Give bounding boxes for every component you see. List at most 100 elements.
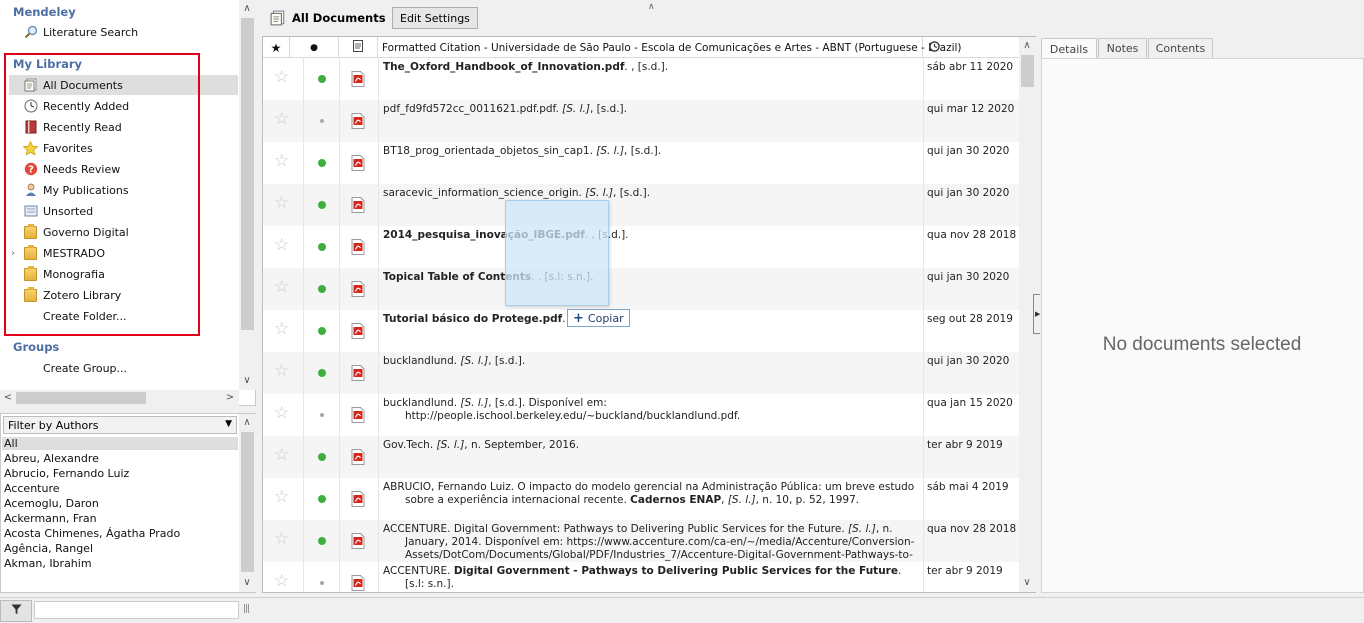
citation-cell[interactable]: bucklandlund. [S. l.], [s.d.]. Disponíve… (383, 397, 920, 436)
favorite-star-icon[interactable]: ☆ (274, 195, 289, 212)
favorite-star-icon[interactable]: ☆ (274, 237, 289, 254)
date-cell[interactable]: qui jan 30 2020 (927, 271, 1009, 283)
tab-notes[interactable]: Notes (1098, 38, 1147, 58)
filter-toggle-button[interactable] (0, 600, 32, 622)
pdf-icon[interactable] (351, 239, 365, 255)
tab-details[interactable]: Details (1041, 38, 1097, 59)
date-cell[interactable]: sáb abr 11 2020 (927, 61, 1013, 73)
file-column-header[interactable] (339, 37, 378, 58)
citation-cell[interactable]: Topical Table of Contents. . [s.l: s.n.]… (383, 271, 920, 310)
scroll-down-icon[interactable]: ∨ (240, 576, 254, 590)
pdf-icon[interactable] (351, 491, 365, 507)
citation-cell[interactable]: saracevic_information_science_origin. [S… (383, 187, 920, 226)
table-row[interactable]: ☆ bucklandlund. [S. l.], [s.d.]. qui jan 3… (263, 352, 1019, 394)
library-vertical-scrollbar[interactable]: ∧ ∨ (239, 0, 256, 390)
author-item[interactable]: Acemoglu, Daron (4, 497, 99, 510)
read-status-dot[interactable] (320, 119, 324, 123)
unread-status-dot[interactable] (318, 453, 326, 461)
favorite-star-icon[interactable]: ☆ (274, 531, 289, 548)
author-item[interactable]: Abreu, Alexandre (4, 452, 99, 465)
date-cell[interactable]: qua nov 28 2018 (927, 523, 1016, 535)
author-item[interactable]: Ackermann, Fran (4, 512, 97, 525)
filter-vertical-scrollbar[interactable]: ∧ ∨ (239, 414, 256, 592)
table-row[interactable]: ☆ ABRUCIO, Fernando Luiz. O impacto do mo… (263, 478, 1019, 520)
literature-search-item[interactable]: Literature Search (22, 22, 238, 42)
favorite-star-icon[interactable]: ☆ (274, 69, 289, 86)
citation-cell[interactable]: ACCENTURE. Digital Government - Pathways… (383, 565, 920, 592)
create-group-item[interactable]: Create Group... (22, 358, 238, 378)
pdf-icon[interactable] (351, 323, 365, 339)
citation-cell[interactable]: pdf_fd9fd572cc_0011621.pdf.pdf. [S. l.],… (383, 103, 920, 142)
favorite-star-icon[interactable]: ☆ (274, 279, 289, 296)
date-cell[interactable]: seg out 28 2019 (927, 313, 1013, 325)
unread-status-dot[interactable] (318, 159, 326, 167)
date-cell[interactable]: qui jan 30 2020 (927, 355, 1009, 367)
date-cell[interactable]: ter abr 9 2019 (927, 565, 1003, 577)
date-cell[interactable]: qui jan 30 2020 (927, 145, 1009, 157)
scrollbar-thumb[interactable] (16, 392, 146, 404)
author-item[interactable]: Accenture (4, 482, 60, 495)
table-row[interactable]: ☆ pdf_fd9fd572cc_0011621.pdf.pdf. [S. l.]… (263, 100, 1019, 142)
table-row[interactable]: ☆ ACCENTURE. Digital Government - Pathway… (263, 562, 1019, 592)
unread-status-dot[interactable] (318, 327, 326, 335)
unread-status-dot[interactable] (318, 285, 326, 293)
scrollbar-thumb[interactable] (241, 18, 254, 330)
pdf-icon[interactable] (351, 197, 365, 213)
citation-cell[interactable]: The_Oxford_Handbook_of_Innovation.pdf. ,… (383, 61, 920, 100)
favorite-star-icon[interactable]: ☆ (274, 405, 289, 422)
pdf-icon[interactable] (351, 449, 365, 465)
unread-status-dot[interactable] (318, 243, 326, 251)
favorite-star-icon[interactable]: ☆ (274, 153, 289, 170)
date-cell[interactable]: ter abr 9 2019 (927, 439, 1003, 451)
table-row[interactable]: ☆ Tutorial básico do Protege.pdf. , [s.d.… (263, 310, 1019, 352)
author-item[interactable]: Acosta Chimenes, Ágatha Prado (4, 527, 180, 540)
pdf-icon[interactable] (351, 533, 365, 549)
favorite-star-icon[interactable]: ☆ (274, 363, 289, 380)
citation-cell[interactable]: 2014_pesquisa_inovação_IBGE.pdf. , [s.d.… (383, 229, 920, 268)
citation-cell[interactable]: ACCENTURE. Digital Government: Pathways … (383, 523, 920, 562)
date-cell[interactable]: qui jan 30 2020 (927, 187, 1009, 199)
unread-status-dot[interactable] (318, 75, 326, 83)
pdf-icon[interactable] (351, 155, 365, 171)
scroll-down-icon[interactable]: ∨ (1020, 576, 1034, 590)
collapse-toolbar-icon[interactable]: ∧ (648, 2, 655, 12)
pdf-icon[interactable] (351, 575, 365, 591)
pdf-icon[interactable] (351, 365, 365, 381)
scroll-down-icon[interactable]: ∨ (240, 374, 254, 388)
date-column-header[interactable] (923, 37, 1019, 58)
scrollbar-thumb[interactable] (1021, 55, 1034, 87)
favorite-star-icon[interactable]: ☆ (274, 447, 289, 464)
author-item[interactable]: All (2, 437, 238, 450)
pdf-icon[interactable] (351, 71, 365, 87)
scroll-up-icon[interactable]: ∧ (240, 416, 254, 430)
filter-dropdown[interactable]: Filter by Authors ▼ (3, 416, 237, 434)
scrollbar-thumb[interactable] (241, 432, 254, 572)
scroll-left-icon[interactable]: < (1, 391, 15, 405)
resize-grip-icon[interactable]: ||| (243, 604, 250, 614)
table-row[interactable]: ☆ saracevic_information_science_origin. [… (263, 184, 1019, 226)
scroll-up-icon[interactable]: ∧ (1020, 39, 1034, 53)
favorite-star-icon[interactable]: ☆ (274, 573, 289, 590)
table-row[interactable]: ☆ BT18_prog_orientada_objetos_sin_cap1. [… (263, 142, 1019, 184)
citation-cell[interactable]: Tutorial básico do Protege.pdf. , [s.d.]… (383, 313, 920, 352)
date-cell[interactable]: qua jan 15 2020 (927, 397, 1013, 409)
date-cell[interactable]: qui mar 12 2020 (927, 103, 1014, 115)
scroll-up-icon[interactable]: ∧ (240, 2, 254, 16)
table-row[interactable]: ☆ Topical Table of Contents. . [s.l: s.n.… (263, 268, 1019, 310)
table-row[interactable]: ☆ The_Oxford_Handbook_of_Innovation.pdf. … (263, 58, 1019, 100)
favorite-column-header[interactable]: ★ (263, 37, 290, 58)
pdf-icon[interactable] (351, 407, 365, 423)
citation-cell[interactable]: ABRUCIO, Fernando Luiz. O impacto do mod… (383, 481, 920, 520)
bottom-search-field[interactable] (34, 601, 239, 619)
table-row[interactable]: ☆ 2014_pesquisa_inovação_IBGE.pdf. , [s.d… (263, 226, 1019, 268)
favorite-star-icon[interactable]: ☆ (274, 489, 289, 506)
read-status-dot[interactable] (320, 413, 324, 417)
unread-status-dot[interactable] (318, 537, 326, 545)
pdf-icon[interactable] (351, 281, 365, 297)
library-horizontal-scrollbar[interactable]: < > (0, 390, 239, 406)
author-item[interactable]: Agência, Rangel (4, 542, 93, 555)
date-cell[interactable]: qua nov 28 2018 (927, 229, 1016, 241)
author-item[interactable]: Akman, Ibrahim (4, 557, 92, 570)
favorite-star-icon[interactable]: ☆ (274, 111, 289, 128)
citation-cell[interactable]: Gov.Tech. [S. l.], n. September, 2016. (383, 439, 920, 478)
